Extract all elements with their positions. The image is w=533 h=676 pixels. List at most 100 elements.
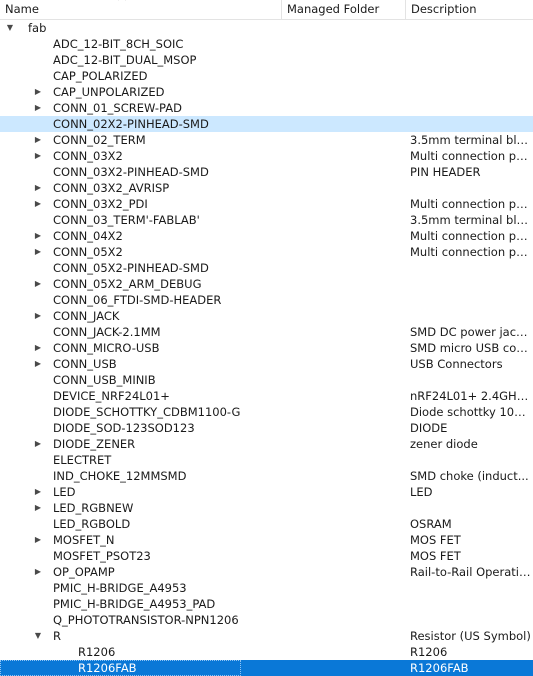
tree-row-description: Multi connection po...: [410, 149, 531, 163]
collapsed-arrow-icon[interactable]: ▶: [33, 244, 43, 260]
collapsed-arrow-icon[interactable]: ▶: [33, 132, 43, 148]
collapsed-arrow-icon[interactable]: ▶: [33, 228, 43, 244]
tree-row[interactable]: ▶ CONN_02_TERM 3.5mm terminal blo...: [0, 132, 533, 148]
tree-row[interactable]: Q_PHOTOTRANSISTOR-NPN1206: [0, 612, 533, 628]
tree-row[interactable]: CONN_USB_MINIB: [0, 372, 533, 388]
tree-row[interactable]: CONN_06_FTDI-SMD-HEADER: [0, 292, 533, 308]
tree-row[interactable]: ELECTRET: [0, 452, 533, 468]
tree-row[interactable]: ▶ CONN_03X2_PDI Multi connection po...: [0, 196, 533, 212]
tree-row-name: CONN_05X2: [53, 245, 123, 259]
collapsed-arrow-icon[interactable]: ▶: [33, 196, 43, 212]
tree-row[interactable]: ▶ CONN_05X2 Multi connection po...: [0, 244, 533, 260]
tree-row-name: Q_PHOTOTRANSISTOR-NPN1206: [53, 613, 239, 627]
collapsed-arrow-icon[interactable]: ▶: [33, 500, 43, 516]
collapsed-arrow-icon[interactable]: ▶: [33, 84, 43, 100]
tree-row-description: nRF24L01+ 2.4GHz...: [410, 389, 531, 403]
tree-row-description: Multi connection po...: [410, 197, 531, 211]
tree-row-name: LED_RGBNEW: [53, 501, 134, 515]
tree-row[interactable]: ▶ MOSFET_N MOS FET: [0, 532, 533, 548]
tree-row[interactable]: CAP_POLARIZED: [0, 68, 533, 84]
tree-row[interactable]: ▶ CONN_MICRO-USB SMD micro USB con...: [0, 340, 533, 356]
column-header: Name Managed Folder Description: [0, 0, 533, 20]
tree-row[interactable]: DEVICE_NRF24L01+ nRF24L01+ 2.4GHz...: [0, 388, 533, 404]
tree-row[interactable]: R1206 R1206: [0, 644, 533, 660]
tree-row[interactable]: ▶ CONN_04X2 Multi connection po...: [0, 228, 533, 244]
tree-row-description: DIODE: [410, 421, 448, 435]
tree-row-name: CONN_03X2: [53, 149, 123, 163]
tree-row[interactable]: CONN_05X2-PINHEAD-SMD: [0, 260, 533, 276]
tree-row-description: SMD micro USB con...: [410, 341, 531, 355]
tree-row[interactable]: ▶ CONN_01_SCREW-PAD: [0, 100, 533, 116]
collapsed-arrow-icon[interactable]: ▶: [33, 308, 43, 324]
tree-row-name: CONN_JACK-2.1MM: [53, 325, 161, 339]
tree-row-description: PIN HEADER: [410, 165, 481, 179]
tree-row[interactable]: PMIC_H-BRIDGE_A4953_PAD: [0, 596, 533, 612]
tree-row[interactable]: ▶ CONN_JACK: [0, 308, 533, 324]
tree-row[interactable]: LED_RGBOLD OSRAM: [0, 516, 533, 532]
tree-row-name: CAP_UNPOLARIZED: [53, 85, 165, 99]
tree-row[interactable]: R1206FAB R1206FAB: [0, 660, 533, 676]
collapsed-arrow-icon[interactable]: ▶: [33, 340, 43, 356]
tree-row[interactable]: PMIC_H-BRIDGE_A4953: [0, 580, 533, 596]
tree-row-name: OP_OPAMP: [53, 565, 115, 579]
tree-row[interactable]: ▶ CONN_03X2_AVRISP: [0, 180, 533, 196]
tree-row[interactable]: DIODE_SOD-123SOD123 DIODE: [0, 420, 533, 436]
tree-row-name: fab: [28, 21, 47, 35]
tree-row-name: CONN_06_FTDI-SMD-HEADER: [53, 293, 222, 307]
tree-row[interactable]: MOSFET_PSOT23 MOS FET: [0, 548, 533, 564]
tree-row[interactable]: CONN_JACK-2.1MM SMD DC power jack...: [0, 324, 533, 340]
tree-row-name: DEVICE_NRF24L01+: [53, 389, 170, 403]
focus-rectangle: [0, 660, 241, 676]
tree-row[interactable]: ▶ CONN_05X2_ARM_DEBUG: [0, 276, 533, 292]
tree-row-description: R1206: [410, 645, 448, 659]
tree-row[interactable]: CONN_03X2-PINHEAD-SMD PIN HEADER: [0, 164, 533, 180]
tree-row-name: CONN_03X2-PINHEAD-SMD: [53, 165, 209, 179]
tree-row[interactable]: CONN_03_TERM'-FABLAB' 3.5mm terminal blo.…: [0, 212, 533, 228]
expanded-arrow-icon[interactable]: ▼: [33, 628, 43, 644]
tree-row-description: SMD choke (induct...: [410, 469, 529, 483]
expanded-arrow-icon[interactable]: ▼: [5, 20, 15, 36]
tree-row[interactable]: ▶ CAP_UNPOLARIZED: [0, 84, 533, 100]
tree-row[interactable]: ▶ DIODE_ZENER zener diode: [0, 436, 533, 452]
tree-row[interactable]: DIODE_SCHOTTKY_CDBM1100-G Diode schottky …: [0, 404, 533, 420]
column-header-description[interactable]: Description: [406, 0, 533, 20]
tree-row[interactable]: ▼ fab: [0, 20, 533, 36]
tree-row-name: CONN_02X2-PINHEAD-SMD: [53, 117, 209, 131]
tree-row-description: OSRAM: [410, 517, 452, 531]
tree-row[interactable]: IND_CHOKE_12MMSMD SMD choke (induct...: [0, 468, 533, 484]
tree-row[interactable]: ADC_12-BIT_DUAL_MSOP: [0, 52, 533, 68]
collapsed-arrow-icon[interactable]: ▶: [33, 356, 43, 372]
tree-row[interactable]: ▶ CONN_03X2 Multi connection po...: [0, 148, 533, 164]
collapsed-arrow-icon[interactable]: ▶: [33, 564, 43, 580]
collapsed-arrow-icon[interactable]: ▶: [33, 436, 43, 452]
tree-row[interactable]: ▶ OP_OPAMP Rail-to-Rail Operatio...: [0, 564, 533, 580]
collapsed-arrow-icon[interactable]: ▶: [33, 100, 43, 116]
collapsed-arrow-icon[interactable]: ▶: [33, 532, 43, 548]
tree-row-description: 3.5mm terminal blo...: [410, 213, 531, 227]
collapsed-arrow-icon[interactable]: ▶: [33, 276, 43, 292]
tree-row[interactable]: ▼ R Resistor (US Symbol): [0, 628, 533, 644]
tree-row-name: R1206: [78, 645, 116, 659]
tree-row-name: MOSFET_N: [53, 533, 115, 547]
tree-row[interactable]: ▶ LED_RGBNEW: [0, 500, 533, 516]
tree-row-description: Multi connection po...: [410, 245, 531, 259]
tree-row-name: ELECTRET: [53, 453, 112, 467]
column-header-name[interactable]: Name: [0, 0, 282, 20]
tree-row-name: MOSFET_PSOT23: [53, 549, 151, 563]
column-header-description-label: Description: [411, 2, 477, 16]
tree-row[interactable]: CONN_02X2-PINHEAD-SMD: [0, 116, 533, 132]
tree-row[interactable]: ▶ CONN_USB USB Connectors: [0, 356, 533, 372]
collapsed-arrow-icon[interactable]: ▶: [33, 180, 43, 196]
tree-row-name: CONN_01_SCREW-PAD: [53, 101, 182, 115]
tree-row-name: LED: [53, 485, 76, 499]
collapsed-arrow-icon[interactable]: ▶: [33, 484, 43, 500]
tree-row-description: SMD DC power jack...: [410, 325, 531, 339]
tree-row-name: CONN_USB: [53, 357, 117, 371]
column-header-managed-folder[interactable]: Managed Folder: [282, 0, 406, 20]
tree-row[interactable]: ADC_12-BIT_8CH_SOIC: [0, 36, 533, 52]
collapsed-arrow-icon[interactable]: ▶: [33, 148, 43, 164]
tree-row-name: R: [53, 629, 61, 643]
tree-row[interactable]: ▶ LED LED: [0, 484, 533, 500]
tree-row-name: IND_CHOKE_12MMSMD: [53, 469, 187, 483]
tree-row-name: CONN_03_TERM'-FABLAB': [53, 213, 200, 227]
